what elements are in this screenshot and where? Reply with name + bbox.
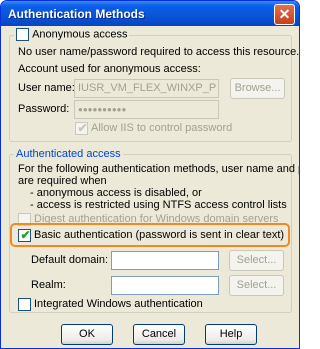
auth-bullet-2: - access is restricted using NTFS access… [30,199,287,211]
default-domain-label: Default domain: [31,254,109,266]
close-icon: ✕ [278,6,291,22]
ok-button[interactable]: OK [61,324,113,345]
cancel-button[interactable]: Cancel [133,324,185,345]
anonymous-description: No user name/password required to access… [18,46,300,58]
allow-iis-label: Allow IIS to control password [91,122,233,134]
authenticated-access-legend: Authenticated access [14,148,123,160]
default-domain-select-button[interactable]: Select... [229,250,284,271]
title-bar[interactable]: Authentication Methods ✕ [1,1,299,26]
realm-label: Realm: [31,279,66,291]
checkmark-icon: ✔ [20,228,31,242]
password-field[interactable]: ●●●●●●●●●● [74,100,219,119]
window-title: Authentication Methods [8,7,145,21]
default-domain-field[interactable] [111,251,219,270]
anonymous-access-label: Anonymous access [32,28,128,41]
basic-auth-label: Basic authentication (password is sent i… [34,229,285,241]
integrated-windows-auth-label: Integrated Windows authentication [34,298,203,310]
password-label: Password: [18,103,70,115]
anonymous-access-legend[interactable]: Anonymous access [14,28,130,41]
auth-bullet-1: - anonymous access is disabled, or [30,187,202,199]
realm-field[interactable] [111,276,219,295]
username-label: User name: [18,82,75,94]
basic-auth-checkbox[interactable]: ✔ [18,228,31,242]
browse-button[interactable]: Browse... [230,78,285,99]
anonymous-access-checkbox[interactable] [16,28,29,41]
integrated-windows-auth-checkbox[interactable] [18,298,31,311]
realm-select-button[interactable]: Select... [229,275,284,296]
help-button[interactable]: Help [205,324,257,345]
account-label: Account used for anonymous access: [18,63,201,75]
close-button[interactable]: ✕ [274,4,295,25]
auth-description-line2: are required when [18,175,107,187]
checkmark-icon: ✔ [77,121,88,135]
authentication-methods-dialog: Authentication Methods ✕ Anonymous acces… [0,0,300,349]
username-field[interactable]: IUSR_VM_FLEX_WINXP_P [74,79,219,98]
auth-description-line1: For the following authentication methods… [18,163,299,175]
allow-iis-checkbox[interactable]: ✔ [75,121,88,135]
